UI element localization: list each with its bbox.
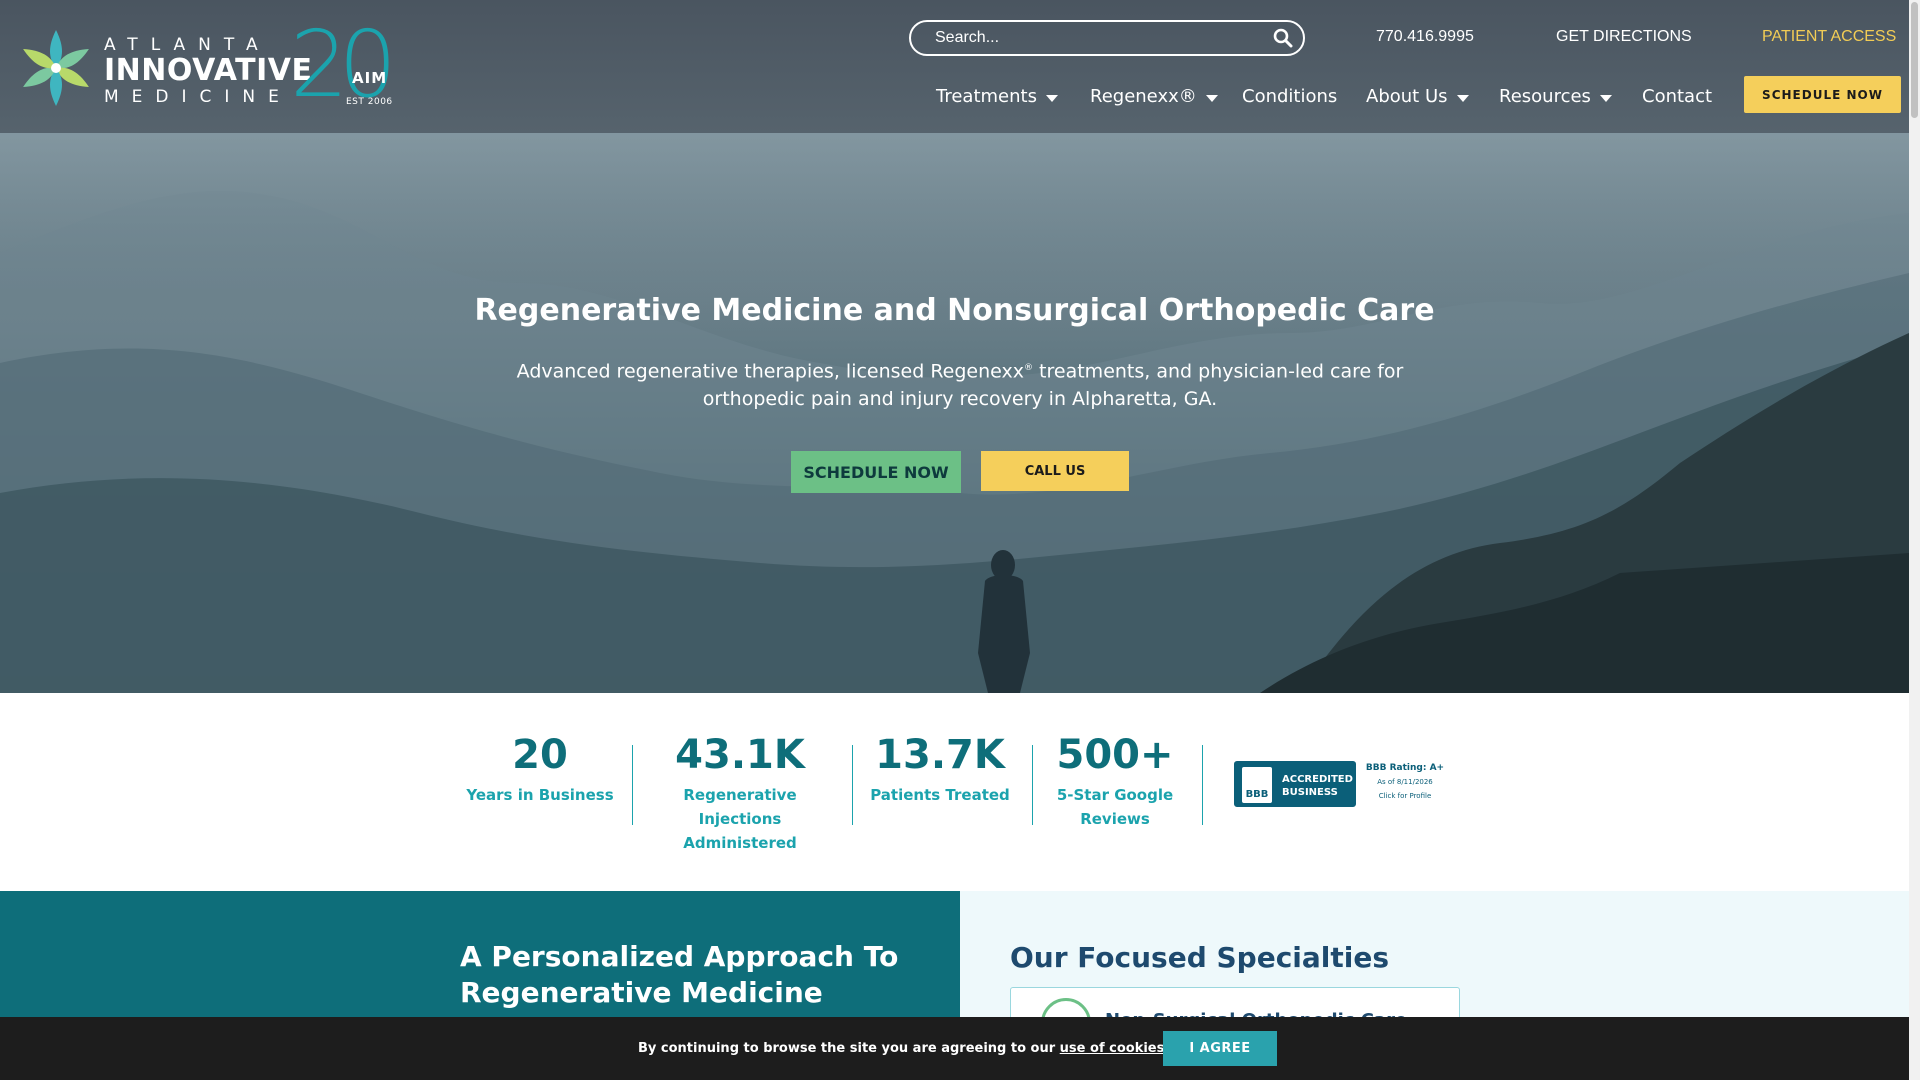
bbb-seal[interactable]: BBB ACCREDITED BUSINESS BBB Rating: A+ A… <box>1234 761 1448 809</box>
logo-wordmark: ATLANTA INNOVATIVE MEDICINE <box>104 35 312 107</box>
cookie-text-main: By continuing to browse the site you are… <box>638 1041 1060 1056</box>
hero-schedule-button[interactable]: SCHEDULE NOW <box>791 451 961 493</box>
nav-conditions[interactable]: Conditions <box>1242 86 1337 107</box>
bbb-accredited: ACCREDITED BUSINESS <box>1282 773 1353 799</box>
approach-title-line2: Regenerative Medicine <box>460 976 823 1009</box>
page-scrollbar[interactable] <box>1909 0 1920 1080</box>
search-box <box>909 20 1305 56</box>
stat-reviews: 500+ 5-Star Google Reviews <box>1040 729 1190 831</box>
caret-down-icon <box>1205 94 1218 102</box>
patient-access-link[interactable]: PATIENT ACCESS <box>1762 28 1896 46</box>
search-icon[interactable] <box>1273 28 1293 48</box>
hero-section: Regenerative Medicine and Nonsurgical Or… <box>0 133 1909 693</box>
anniversary-aim: AIM <box>352 69 388 87</box>
scrollbar-thumb[interactable] <box>1911 2 1918 118</box>
bbb-accredited-line1: ACCREDITED <box>1282 774 1353 785</box>
stat-divider <box>1032 745 1033 825</box>
bbb-rating-block: BBB Rating: A+ As of 8/11/2026 Click for… <box>1360 761 1450 803</box>
nav-resources-label: Resources <box>1499 86 1591 107</box>
nav-contact[interactable]: Contact <box>1642 86 1712 107</box>
hero-title: Regenerative Medicine and Nonsurgical Or… <box>474 293 1435 328</box>
nav-conditions-label: Conditions <box>1242 86 1338 107</box>
stat-label-line2: Reviews <box>1080 810 1150 828</box>
nav-about-us[interactable]: About Us <box>1366 86 1469 107</box>
hero-subtitle: Advanced regenerative therapies, license… <box>510 354 1410 413</box>
caret-down-icon <box>1045 94 1058 102</box>
nav-about-label: About Us <box>1366 86 1448 107</box>
anniversary-badge: 20 AIM EST 2006 <box>290 15 403 115</box>
bbb-torch-icon: BBB <box>1242 767 1272 803</box>
hero-subtitle-part1: Advanced regenerative therapies, license… <box>516 360 1025 383</box>
stat-injections: 43.1K Regenerative Injections Administer… <box>640 729 840 855</box>
logo-line-innovative: INNOVATIVE <box>104 53 313 88</box>
logo-line-atlanta: ATLANTA <box>104 35 271 55</box>
caret-down-icon <box>1456 94 1469 102</box>
stat-label-line2: Administered <box>683 834 797 852</box>
nav-regenexx[interactable]: Regenexx® <box>1090 86 1218 107</box>
stat-value: 43.1K <box>675 732 805 778</box>
nav-resources[interactable]: Resources <box>1499 86 1612 107</box>
stat-divider <box>852 745 853 825</box>
caret-down-icon <box>1599 94 1612 102</box>
stat-value: 20 <box>512 732 568 778</box>
nav-treatments[interactable]: Treatments <box>936 86 1058 107</box>
bbb-accredited-line2: BUSINESS <box>1282 787 1338 798</box>
stat-label: Years in Business <box>466 786 614 804</box>
flower-logo-icon <box>23 30 89 106</box>
stats-section: 20 Years in Business 43.1K Regenerative … <box>0 693 1909 891</box>
bbb-rating: BBB Rating: A+ <box>1365 763 1445 773</box>
stat-label: 5-Star Google <box>1056 786 1174 804</box>
bbb-as-of: As of 8/11/2026 <box>1377 778 1433 786</box>
search-input[interactable] <box>935 27 1265 49</box>
cookie-agree-button[interactable]: I AGREE <box>1163 1031 1277 1066</box>
stat-divider <box>632 745 633 825</box>
phone-link[interactable]: 770.416.9995 <box>1376 28 1474 46</box>
logo-line-medicine: MEDICINE <box>104 87 292 107</box>
registered-mark: ® <box>1024 363 1034 373</box>
anniversary-est: EST 2006 <box>346 97 393 107</box>
site-logo[interactable]: ATLANTA INNOVATIVE MEDICINE 20 AIM EST 2… <box>18 15 403 115</box>
site-header: ATLANTA INNOVATIVE MEDICINE 20 AIM EST 2… <box>0 0 1909 133</box>
hero-call-button[interactable]: CALL US <box>981 451 1129 491</box>
stat-value: 500+ <box>1056 732 1174 778</box>
cookie-banner: By continuing to browse the site you are… <box>0 1017 1909 1080</box>
nav-regenexx-label: Regenexx® <box>1090 86 1197 107</box>
cookie-policy-link[interactable]: use of cookies <box>1060 1041 1165 1056</box>
stat-years: 20 Years in Business <box>465 729 615 807</box>
approach-title-line1: A Personalized Approach To <box>460 940 899 973</box>
stat-patients: 13.7K Patients Treated <box>860 729 1020 807</box>
stat-label: Patients Treated <box>870 786 1010 804</box>
bbb-badge: BBB ACCREDITED BUSINESS <box>1234 761 1356 807</box>
header-schedule-button[interactable]: SCHEDULE NOW <box>1744 76 1901 113</box>
approach-title: A Personalized Approach To Regenerative … <box>460 939 940 1011</box>
stat-label: Regenerative Injections <box>683 786 797 828</box>
stat-divider <box>1202 745 1203 825</box>
stat-value: 13.7K <box>875 732 1005 778</box>
nav-treatments-label: Treatments <box>936 86 1037 107</box>
directions-link[interactable]: GET DIRECTIONS <box>1556 28 1692 46</box>
bbb-click: Click for Profile <box>1378 792 1432 800</box>
specialties-title: Our Focused Specialties <box>1010 941 1390 974</box>
cookie-text: By continuing to browse the site you are… <box>638 1041 1169 1056</box>
nav-contact-label: Contact <box>1642 86 1713 107</box>
